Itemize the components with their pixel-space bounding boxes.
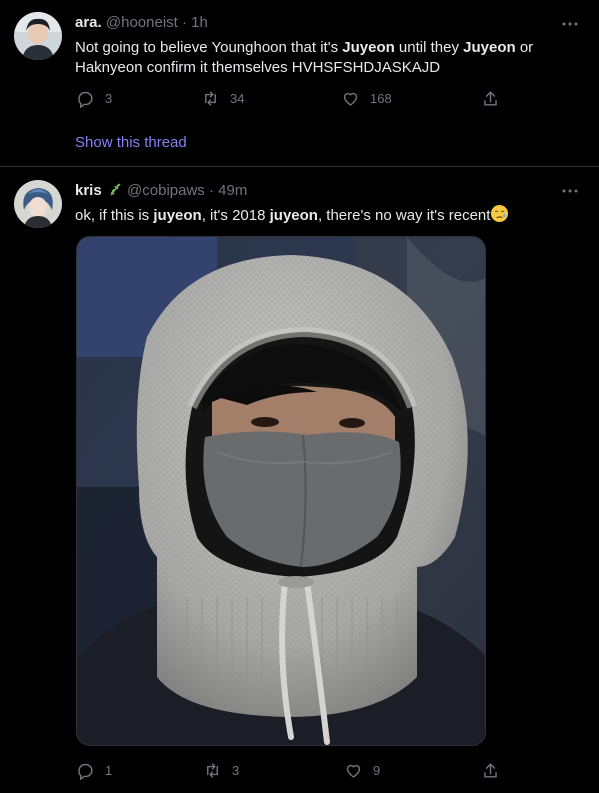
retweet-button[interactable]: 3	[203, 758, 239, 782]
action-bar: 1 3 9	[70, 758, 510, 782]
show-thread-link[interactable]: Show this thread	[75, 134, 187, 151]
avatar[interactable]	[14, 180, 62, 228]
highlight: Juyeon	[463, 39, 516, 56]
like-button[interactable]: 9	[344, 758, 380, 782]
retweet-count: 3	[232, 762, 240, 778]
display-name[interactable]: ara.	[75, 14, 102, 31]
reply-icon	[78, 91, 93, 108]
reply-icon	[78, 763, 93, 780]
retweet-icon	[207, 762, 218, 778]
timestamp[interactable]: · 1h	[182, 14, 208, 31]
more-icon[interactable]	[561, 15, 579, 33]
tweet-photo[interactable]	[76, 236, 486, 746]
like-count: 168	[370, 90, 392, 106]
share-icon	[484, 762, 497, 778]
like-icon	[343, 92, 358, 106]
sad-face-icon	[491, 204, 509, 223]
like-icon	[346, 764, 361, 778]
avatar[interactable]	[14, 12, 62, 60]
tweet[interactable]: ara. @hooneist · 1h Not going to believe…	[0, 0, 599, 167]
reply-count: 3	[105, 90, 113, 106]
share-button[interactable]	[481, 86, 500, 110]
reply-count: 1	[105, 762, 113, 778]
user-handle[interactable]: @hooneist	[106, 14, 178, 31]
retweet-button[interactable]: 34	[201, 86, 244, 110]
tweet-text: Not going to believe Younghoon that it's…	[75, 39, 534, 76]
tweet-text: ok, if this is juyeon, it's 2018 juyeon,…	[75, 204, 575, 226]
display-name[interactable]: kris	[75, 182, 102, 199]
user-handle[interactable]: @cobipaws	[127, 182, 205, 199]
share-button[interactable]	[481, 758, 500, 782]
tweet[interactable]: kris @cobipaws · 49m ok, if this is juye…	[0, 168, 599, 793]
reply-button[interactable]: 1	[76, 758, 112, 782]
herb-icon	[110, 183, 121, 196]
highlight: juyeon	[269, 207, 318, 224]
retweet-icon	[205, 90, 216, 106]
more-icon[interactable]	[561, 182, 579, 200]
like-button[interactable]: 168	[341, 86, 392, 110]
tweet-header: kris @cobipaws · 49m	[75, 181, 247, 201]
retweet-count: 34	[230, 90, 245, 106]
action-bar: 3 34 168	[70, 86, 510, 110]
like-count: 9	[373, 762, 381, 778]
tweet-header: ara. @hooneist · 1h	[75, 13, 208, 33]
reply-button[interactable]: 3	[76, 86, 112, 110]
timestamp[interactable]: · 49m	[209, 182, 247, 199]
highlight: juyeon	[153, 207, 202, 224]
highlight: Juyeon	[342, 39, 395, 56]
share-icon	[484, 90, 497, 106]
